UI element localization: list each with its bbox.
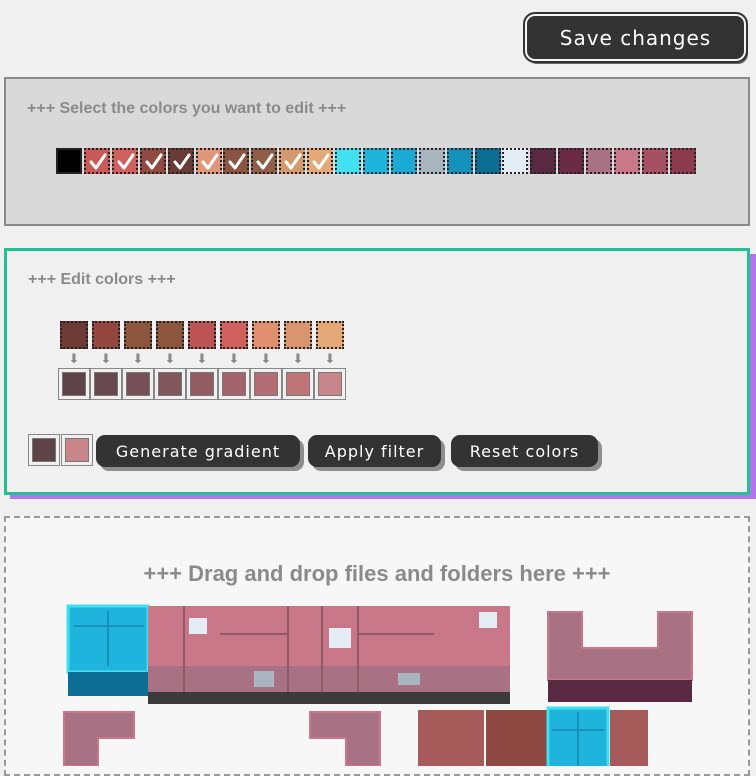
checkmark-icon: [228, 153, 246, 170]
select-colors-panel: +++ Select the colors you want to edit +…: [4, 77, 750, 226]
checkmark-icon: [145, 153, 163, 170]
source-color-swatch[interactable]: [284, 321, 312, 349]
edit-colors-heading: +++ Edit colors +++: [28, 271, 176, 288]
color-swatch[interactable]: [474, 148, 501, 174]
target-color-swatch[interactable]: [282, 368, 314, 400]
color-swatch[interactable]: [362, 148, 389, 174]
color-swatch[interactable]: [279, 148, 306, 174]
source-color-swatch[interactable]: [92, 321, 120, 349]
sprite-crate-2: [486, 710, 548, 766]
color-swatch[interactable]: [390, 148, 417, 174]
file-drop-zone[interactable]: +++ Drag and drop files and folders here…: [4, 516, 750, 776]
target-color-swatch[interactable]: [314, 368, 346, 400]
checkmark-icon: [312, 153, 330, 170]
gradient-start-swatch[interactable]: [28, 434, 60, 466]
color-swatch[interactable]: [669, 148, 696, 174]
color-swatch[interactable]: [586, 148, 613, 174]
reset-colors-button[interactable]: Reset colors: [451, 435, 598, 467]
color-swatch[interactable]: [111, 148, 138, 174]
checkmark-icon: [256, 153, 274, 170]
source-color-swatch[interactable]: [188, 321, 216, 349]
arrow-down-icon: ⬇: [324, 351, 336, 366]
color-swatch[interactable]: [446, 148, 473, 174]
gradient-end-swatch[interactable]: [61, 434, 93, 466]
color-swatch[interactable]: [195, 148, 222, 174]
target-color-swatch[interactable]: [186, 368, 218, 400]
color-swatch[interactable]: [614, 148, 640, 174]
color-swatch[interactable]: [83, 148, 110, 174]
checkmark-icon: [284, 153, 302, 170]
checkmark-icon: [173, 153, 191, 170]
arrow-down-icon: ⬇: [164, 351, 176, 366]
target-color-swatch[interactable]: [218, 368, 250, 400]
color-swatch[interactable]: [56, 148, 82, 174]
generate-gradient-button[interactable]: Generate gradient: [96, 435, 300, 467]
color-swatch[interactable]: [502, 148, 529, 174]
source-color-swatch[interactable]: [60, 321, 88, 349]
arrow-down-icon: ⬇: [132, 351, 144, 366]
arrow-down-icon: ⬇: [100, 351, 112, 366]
source-color-swatch[interactable]: [316, 321, 344, 349]
checkmark-icon: [117, 153, 135, 170]
target-color-swatch[interactable]: [90, 368, 122, 400]
color-swatch[interactable]: [641, 148, 668, 174]
save-button[interactable]: Save changes: [523, 12, 748, 63]
sprite-l-block-right: [309, 711, 381, 766]
color-swatch[interactable]: [418, 148, 445, 174]
apply-filter-button[interactable]: Apply filter: [308, 435, 441, 467]
color-swatch[interactable]: [251, 148, 278, 174]
color-swatch[interactable]: [139, 148, 166, 174]
arrow-down-icon: ⬇: [228, 351, 240, 366]
arrow-down-icon: ⬇: [196, 351, 208, 366]
checkmark-icon: [89, 153, 107, 170]
source-color-swatch[interactable]: [156, 321, 184, 349]
edit-colors-panel: +++ Edit colors +++ ⬇ ⬇ ⬇ ⬇ ⬇ ⬇ ⬇ ⬇ ⬇ Generate g…: [4, 248, 750, 495]
target-color-swatch[interactable]: [154, 368, 186, 400]
target-color-swatch[interactable]: [250, 368, 282, 400]
color-swatch[interactable]: [558, 148, 585, 174]
checkmark-icon: [201, 153, 218, 170]
color-swatch[interactable]: [167, 148, 194, 174]
color-swatch[interactable]: [223, 148, 250, 174]
sprite-l-block-left: [63, 711, 135, 766]
color-swatch[interactable]: [307, 148, 334, 174]
sprite-tile-teal: [68, 672, 148, 696]
arrow-down-icon: ⬇: [68, 351, 80, 366]
sprite-preview: [63, 604, 693, 766]
target-color-swatch[interactable]: [122, 368, 154, 400]
sprite-u-block: [547, 611, 693, 681]
arrow-down-icon: ⬇: [292, 351, 304, 366]
sprite-crate-3: [610, 710, 648, 766]
source-color-swatch[interactable]: [252, 321, 280, 349]
color-swatch[interactable]: [530, 148, 557, 174]
color-swatch[interactable]: [335, 148, 361, 174]
source-color-swatch[interactable]: [220, 321, 248, 349]
source-color-swatch[interactable]: [124, 321, 152, 349]
arrow-down-icon: ⬇: [260, 351, 272, 366]
select-colors-heading: +++ Select the colors you want to edit +…: [27, 100, 347, 117]
target-color-swatch[interactable]: [58, 368, 90, 400]
sprite-crate-1: [418, 710, 484, 766]
